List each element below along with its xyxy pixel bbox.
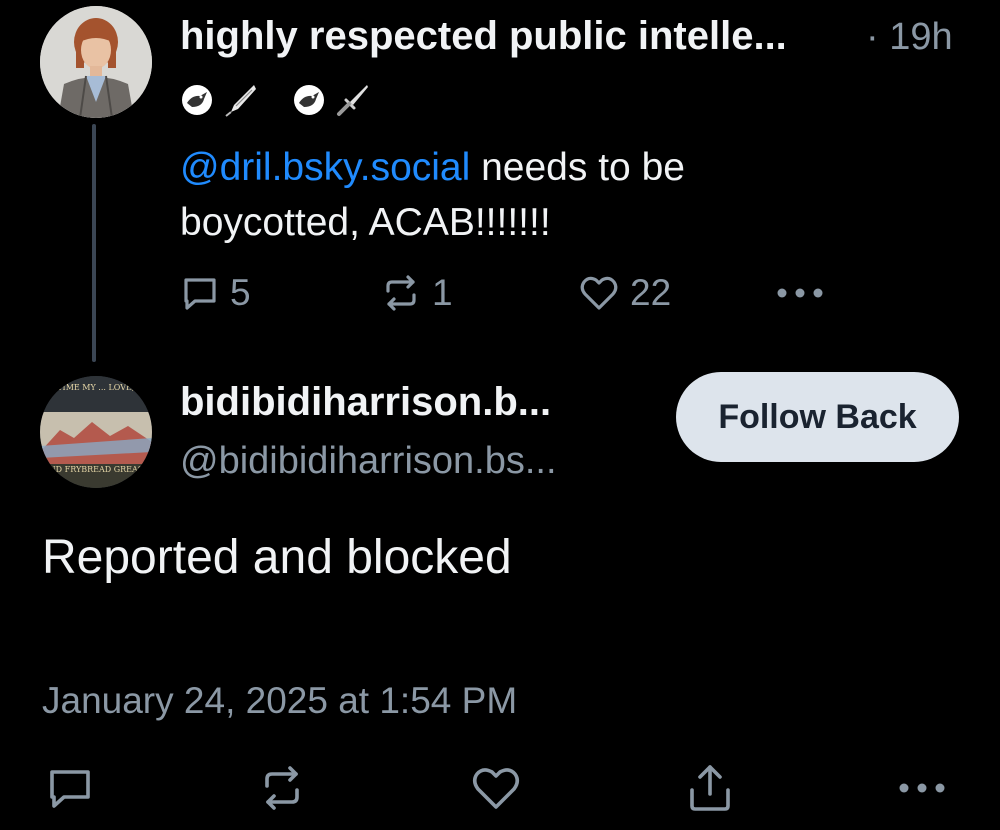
post-thread-view: highly respected public intelle... · 19h bbox=[0, 0, 1000, 830]
author-handle[interactable]: @bidibidiharrison.bs... bbox=[180, 440, 557, 483]
heart-icon bbox=[578, 273, 620, 313]
author-display-name[interactable]: bidibidiharrison.b... bbox=[180, 380, 551, 425]
dagger-icon bbox=[334, 82, 370, 118]
parent-post-text: @dril.bsky.social needs to be boycotted,… bbox=[180, 140, 820, 250]
repost-count: 1 bbox=[432, 272, 453, 313]
avatar-caption-top: EVERY TIME MY ... LOVE, PEACE bbox=[40, 383, 152, 392]
speech-bubble-icon bbox=[180, 273, 220, 313]
parent-more-button[interactable] bbox=[776, 270, 824, 316]
share-upload-icon bbox=[686, 762, 734, 819]
parent-author-name[interactable]: highly respected public intelle... bbox=[180, 14, 787, 59]
parent-post-time: · 19h bbox=[866, 16, 953, 58]
parent-text-line2: boycotted, ACAB!!!!!!! bbox=[180, 201, 551, 244]
parent-like-button[interactable]: 22 bbox=[578, 270, 671, 316]
parent-author-badges bbox=[180, 82, 404, 118]
repost-arrows-icon bbox=[258, 764, 306, 817]
ellipsis-icon bbox=[898, 781, 946, 799]
like-button[interactable] bbox=[466, 760, 526, 820]
reply-button[interactable] bbox=[40, 760, 100, 820]
badge-pair-2 bbox=[292, 82, 370, 118]
parent-reply-button[interactable]: 5 bbox=[180, 270, 251, 316]
post-timestamp: January 24, 2025 at 1:54 PM bbox=[42, 680, 518, 721]
like-count: 22 bbox=[630, 272, 672, 313]
parent-post-actions: 5 1 22 bbox=[180, 270, 830, 316]
badge-pair-1 bbox=[180, 82, 258, 118]
parent-repost-button[interactable]: 1 bbox=[380, 270, 453, 316]
parent-text-line1: needs to be bbox=[470, 146, 685, 189]
avatar-image: EVERY TIME MY ... LOVE, PEACE AND FRYBRE… bbox=[40, 376, 152, 488]
fountain-pen-icon bbox=[222, 82, 258, 118]
reply-count: 5 bbox=[230, 272, 251, 313]
thread-connector-line bbox=[92, 124, 96, 362]
ellipsis-icon bbox=[776, 287, 824, 299]
more-options-button[interactable] bbox=[892, 760, 952, 820]
heart-icon bbox=[470, 764, 522, 817]
pigeon-icon bbox=[180, 83, 214, 117]
follow-back-button[interactable]: Follow Back bbox=[676, 372, 959, 462]
post-action-bar bbox=[0, 760, 1000, 820]
speech-bubble-icon bbox=[46, 764, 94, 817]
author-avatar[interactable]: EVERY TIME MY ... LOVE, PEACE AND FRYBRE… bbox=[40, 376, 152, 488]
post-text: Reported and blocked bbox=[42, 531, 512, 584]
repost-arrows-icon bbox=[380, 273, 422, 313]
avatar-caption-bottom: AND FRYBREAD GREASE bbox=[42, 465, 149, 474]
mention-link[interactable]: @dril.bsky.social bbox=[180, 146, 470, 189]
repost-button[interactable] bbox=[252, 760, 312, 820]
share-button[interactable] bbox=[680, 760, 740, 820]
parent-author-avatar[interactable] bbox=[40, 6, 152, 118]
pigeon-icon bbox=[292, 83, 326, 117]
avatar-image bbox=[40, 6, 152, 118]
